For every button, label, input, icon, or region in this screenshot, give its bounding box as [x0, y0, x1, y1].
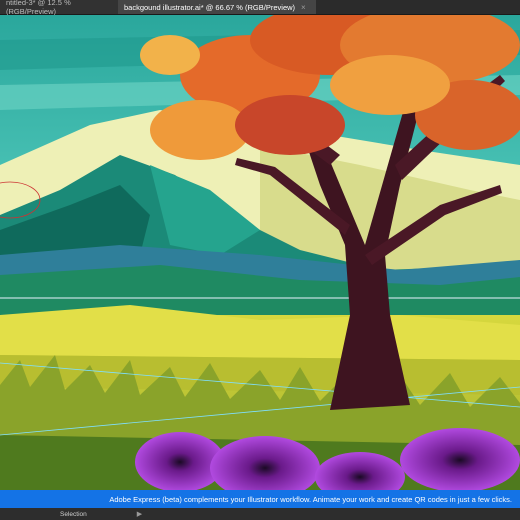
status-bar: Selection ▶	[0, 508, 520, 520]
artwork-illustration	[0, 15, 520, 490]
banner-text: Adobe Express (beta) complements your Il…	[109, 494, 512, 504]
adobe-express-banner[interactable]: Adobe Express (beta) complements your Il…	[0, 490, 520, 508]
tab-label: ntitled-3* @ 12.5 % (RGB/Preview)	[6, 0, 71, 16]
document-tab-bar: ntitled-3* @ 12.5 % (RGB/Preview) backgo…	[0, 0, 520, 16]
play-arrow-icon[interactable]: ▶	[137, 510, 142, 518]
document-tab-untitled[interactable]: ntitled-3* @ 12.5 % (RGB/Preview)	[0, 0, 118, 16]
document-tab-background[interactable]: backgound illustrator.ai* @ 66.67 % (RGB…	[118, 0, 316, 14]
tab-label: backgound illustrator.ai* @ 66.67 % (RGB…	[124, 2, 296, 12]
close-icon[interactable]: ×	[301, 3, 306, 12]
current-tool-label: Selection	[60, 510, 87, 518]
artboard-canvas[interactable]	[0, 15, 520, 490]
